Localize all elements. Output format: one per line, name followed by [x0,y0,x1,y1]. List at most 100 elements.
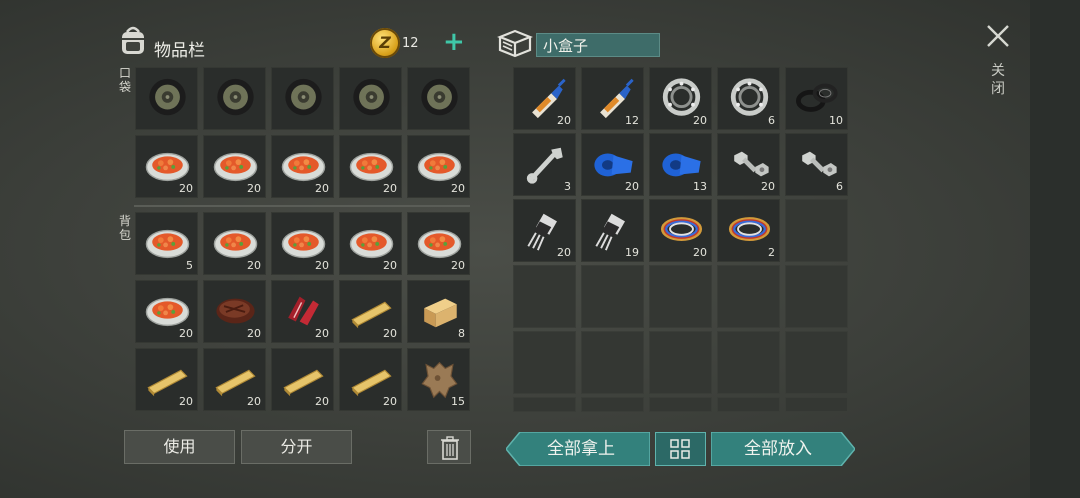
inventory-slot[interactable]: 5 [135,212,198,275]
container-slot[interactable] [717,331,780,394]
close-icon[interactable] [986,24,1010,48]
container-slot[interactable] [649,265,712,328]
trash-button[interactable] [427,430,471,464]
inventory-slot[interactable]: 20 [135,348,198,411]
slot-quantity: 20 [315,327,329,340]
inventory-slot[interactable]: 20 [203,280,266,343]
slot-quantity: 6 [768,114,775,127]
container-slot[interactable] [649,397,712,412]
tire-icon [353,78,390,116]
tire-icon [149,78,186,116]
coin-icon: Z [370,28,400,58]
inventory-slot[interactable] [271,67,334,130]
container-slot[interactable] [717,265,780,328]
container-slot[interactable] [513,331,576,394]
inventory-slot[interactable]: 20 [271,135,334,198]
bearing-icon [730,78,769,116]
inventory-slot[interactable] [203,67,266,130]
slot-quantity: 8 [458,327,465,340]
container-slot[interactable]: 3 [513,133,576,196]
inventory-slot[interactable]: 20 [135,280,198,343]
sort-button[interactable] [655,432,706,466]
slot-quantity: 20 [383,182,397,195]
slot-quantity: 20 [383,327,397,340]
inventory-slot[interactable]: 20 [339,135,402,198]
container-slot[interactable] [581,331,644,394]
container-slot[interactable]: 12 [581,67,644,130]
container-slot[interactable]: 10 [785,67,848,130]
use-button[interactable]: 使用 [124,430,235,464]
inventory-slot[interactable]: 20 [339,348,402,411]
inventory-slot[interactable]: 20 [135,135,198,198]
slot-quantity: 20 [451,259,465,272]
container-slot[interactable] [649,331,712,394]
container-slot[interactable]: 20 [513,199,576,262]
container-slot[interactable] [581,265,644,328]
container-slot[interactable] [717,397,780,412]
slot-quantity: 20 [383,395,397,408]
slot-quantity: 20 [315,395,329,408]
container-slot[interactable]: 13 [649,133,712,196]
container-slot[interactable] [513,265,576,328]
container-slot[interactable] [785,397,848,412]
container-slot[interactable]: 2 [717,199,780,262]
inventory-slot[interactable]: 20 [203,135,266,198]
inventory-slot[interactable] [407,67,470,130]
slot-quantity: 6 [836,180,843,193]
coin-count: 12 [402,36,419,51]
container-slot[interactable]: 20 [513,67,576,130]
container-name[interactable]: 小盒子 [536,33,660,57]
right-edge-panel [1030,0,1080,498]
inventory-slot[interactable]: 20 [271,280,334,343]
inventory-slot[interactable]: 20 [203,348,266,411]
add-coins-button[interactable]: + [443,29,465,55]
pocket-label: 口袋 [118,66,131,94]
slot-quantity: 20 [451,182,465,195]
inventory-slot[interactable] [339,67,402,130]
container-slot[interactable] [785,265,848,328]
slot-quantity: 10 [829,114,843,127]
inventory-slot[interactable]: 20 [271,212,334,275]
inventory-slot[interactable]: 20 [203,212,266,275]
inventory-slot[interactable] [135,67,198,130]
slot-quantity: 20 [315,182,329,195]
take-all-button[interactable]: 全部拿上 [512,432,650,466]
inventory-slot[interactable]: 8 [407,280,470,343]
container-slot[interactable]: 20 [649,67,712,130]
tire-icon [421,78,458,116]
container-slot[interactable] [785,199,848,262]
inventory-slot[interactable]: 20 [407,212,470,275]
box-icon [497,29,533,58]
slot-quantity: 13 [693,180,707,193]
bolt-nut-icon [802,151,837,177]
container-slot[interactable]: 19 [581,199,644,262]
container-slot[interactable]: 20 [581,133,644,196]
inventory-slot[interactable]: 20 [407,135,470,198]
slot-quantity: 20 [693,246,707,259]
wire-coil-icon [728,217,771,241]
container-slot[interactable]: 6 [785,133,848,196]
pocket-backpack-divider [134,205,470,207]
inventory-slot[interactable]: 15 [407,348,470,411]
slot-quantity: 3 [564,180,571,193]
container-slot[interactable] [581,397,644,412]
wrench-icon [526,147,563,184]
put-all-button[interactable]: 全部放入 [711,432,845,466]
inventory-slot[interactable]: 20 [339,212,402,275]
close-label[interactable]: 关闭 [990,62,1006,98]
tire-icon [217,78,254,116]
wood-block-icon [424,298,457,328]
stew-plate-icon [145,229,190,259]
slot-quantity: 20 [761,180,775,193]
slot-quantity: 20 [693,114,707,127]
inventory-slot[interactable]: 20 [271,348,334,411]
container-slot[interactable]: 20 [717,133,780,196]
slot-quantity: 20 [179,395,193,408]
container-slot[interactable]: 20 [649,199,712,262]
split-button[interactable]: 分开 [241,430,352,464]
container-slot[interactable] [513,397,576,412]
inventory-slot[interactable]: 20 [339,280,402,343]
container-slot[interactable]: 6 [717,67,780,130]
tire-icon [285,78,322,116]
container-slot[interactable] [785,331,848,394]
